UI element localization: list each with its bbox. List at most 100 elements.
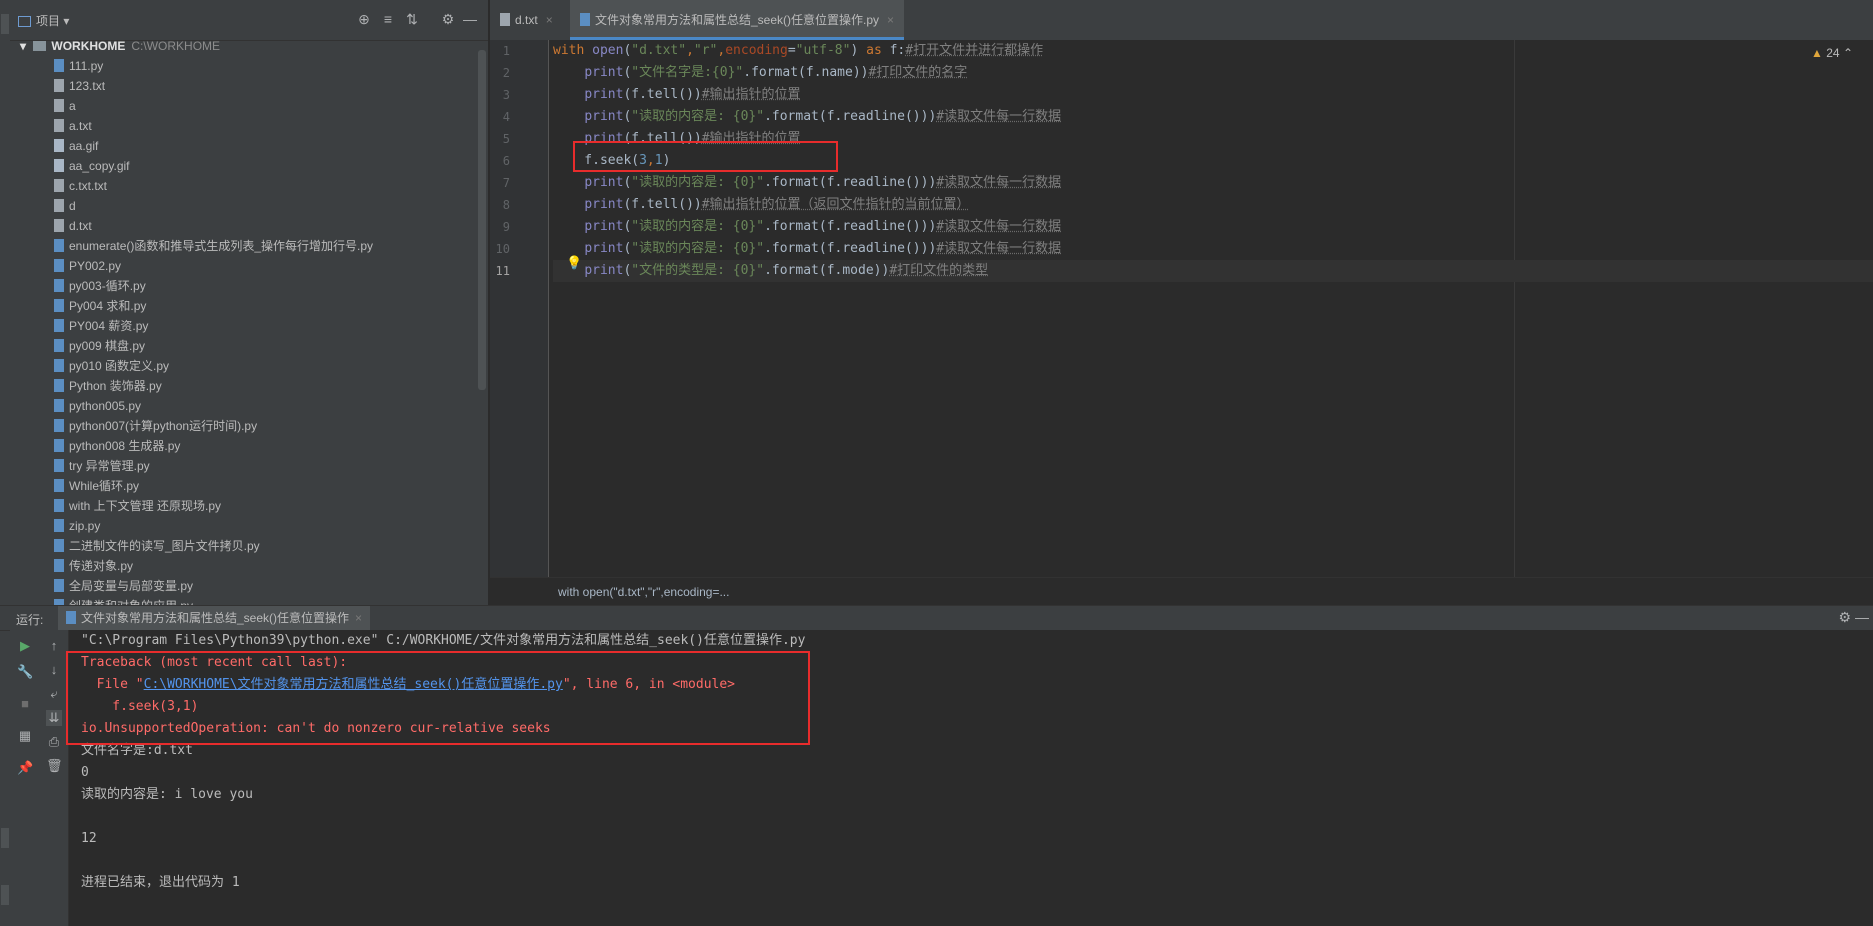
tree-file-item[interactable]: 创建类和对象的应用.py	[10, 596, 476, 605]
console-output[interactable]: "C:\Program Files\Python39\python.exe" C…	[66, 630, 1873, 926]
project-icon	[18, 16, 31, 28]
tree-file-item[interactable]: python005.py	[10, 396, 476, 416]
tree-file-item[interactable]: PY004 薪资.py	[10, 316, 476, 336]
project-toolwindow-icon[interactable]	[1, 14, 9, 34]
code-line[interactable]: print("读取的内容是: {0}".format(f.readline())…	[553, 106, 1873, 128]
tree-file-item[interactable]: While循环.py	[10, 476, 476, 496]
python-file-icon	[54, 539, 64, 553]
close-icon[interactable]: ×	[887, 13, 894, 27]
code-line[interactable]: print("文件名字是:{0}".format(f.name))#打印文件的名…	[553, 62, 1873, 84]
close-icon[interactable]: ×	[546, 13, 553, 27]
minimize-icon[interactable]: —	[1855, 609, 1869, 625]
code-line[interactable]: print(f.tell())#输出指针的位置	[553, 84, 1873, 106]
code-line[interactable]: print("读取的内容是: {0}".format(f.readline())…	[553, 172, 1873, 194]
python-file-icon	[54, 459, 64, 473]
tree-file-item[interactable]: c.txt.txt	[10, 176, 476, 196]
tree-file-item[interactable]: python008 生成器.py	[10, 436, 476, 456]
tree-file-item[interactable]: py003-循环.py	[10, 276, 476, 296]
tree-file-item[interactable]: zip.py	[10, 516, 476, 536]
text-file-icon	[54, 219, 64, 233]
arrow-up-icon[interactable]: ↑	[46, 638, 62, 654]
tab-d-txt[interactable]: d.txt ×	[490, 0, 563, 40]
file-name: d	[69, 199, 76, 213]
breadcrumb[interactable]: with open("d.txt","r",encoding=...	[490, 577, 1873, 606]
tab-seek-py[interactable]: 文件对象常用方法和属性总结_seek()任意位置操作.py ×	[570, 0, 905, 40]
soft-wrap-icon[interactable]: ⤶	[46, 686, 62, 702]
project-view-selector[interactable]: 项目 ▾	[18, 12, 69, 29]
tree-file-item[interactable]: py009 棋盘.py	[10, 336, 476, 356]
tree-file-item[interactable]: with 上下文管理 还原现场.py	[10, 496, 476, 516]
tree-file-item[interactable]: 123.txt	[10, 76, 476, 96]
pin-icon[interactable]: 📌	[17, 760, 33, 776]
code-editor[interactable]: 1 2 3 4 5 6 7 8 9 10 11 with open("d.txt","r",enco…	[490, 40, 1873, 577]
code-line[interactable]: print("文件的类型是: {0}".format(f.mode))#打印文件…	[553, 260, 1873, 282]
tree-file-item[interactable]: PY002.py	[10, 256, 476, 276]
tree-file-item[interactable]: aa_copy.gif	[10, 156, 476, 176]
wrench-icon[interactable]: 🔧	[17, 664, 33, 680]
tree-file-item[interactable]: Python 装饰器.py	[10, 376, 476, 396]
root-folder-path: C:\WORKHOME	[131, 39, 221, 53]
line-number-gutter: 1 2 3 4 5 6 7 8 9 10 11	[490, 40, 549, 577]
python-file-icon	[54, 379, 64, 393]
stop-icon[interactable]: ■	[17, 696, 33, 712]
run-panel-header: 运行: 文件对象常用方法和属性总结_seek()任意位置操作 × ⚙ —	[0, 605, 1873, 631]
python-file-icon	[54, 439, 64, 453]
python-file-icon	[54, 519, 64, 533]
trash-icon[interactable]: 🗑	[46, 758, 63, 774]
scroll-to-end-icon[interactable]: ⇊	[46, 710, 62, 726]
tree-root[interactable]: ▾ WORKHOME C:\WORKHOME	[10, 36, 476, 56]
tree-file-item[interactable]: d	[10, 196, 476, 216]
print-icon[interactable]: ⎙	[46, 734, 62, 750]
python-file-icon	[66, 611, 76, 625]
tree-file-item[interactable]: py010 函数定义.py	[10, 356, 476, 376]
file-name: aa.gif	[69, 139, 99, 153]
chevron-down-icon[interactable]: ▾	[20, 39, 26, 53]
arrow-down-icon[interactable]: ↓	[46, 662, 62, 678]
tree-file-item[interactable]: a	[10, 96, 476, 116]
code-line[interactable]: print(f.tell())#输出指针的位置（返回文件指针的当前位置）	[553, 194, 1873, 216]
tree-file-item[interactable]: 全局变量与局部变量.py	[10, 576, 476, 596]
collapse-all-icon[interactable]: ⇅	[404, 10, 420, 28]
code-line[interactable]: print("读取的内容是: {0}".format(f.readline())…	[553, 216, 1873, 238]
file-name: python005.py	[69, 399, 142, 413]
close-icon[interactable]: ×	[355, 611, 362, 625]
gear-icon[interactable]: ⚙	[440, 10, 456, 28]
tree-file-item[interactable]: Py004 求和.py	[10, 296, 476, 316]
structure-toolwindow-icon[interactable]	[1, 828, 9, 848]
hide-icon[interactable]: —	[462, 10, 478, 28]
rerun-icon[interactable]: ▶	[17, 638, 33, 654]
python-file-icon	[54, 419, 64, 433]
line-number: 4	[502, 110, 510, 124]
gear-icon[interactable]: ⚙	[1838, 609, 1851, 626]
breadcrumb-item[interactable]: with open("d.txt","r",encoding=...	[558, 585, 729, 599]
run-config-tab[interactable]: 文件对象常用方法和属性总结_seek()任意位置操作 ×	[58, 606, 371, 630]
code-line[interactable]: with open("d.txt","r",encoding="utf-8") …	[553, 40, 1873, 62]
file-name: Py004 求和.py	[69, 299, 147, 313]
lightbulb-icon[interactable]: 💡	[566, 255, 582, 270]
expand-all-icon[interactable]: ≡	[380, 10, 396, 28]
tree-file-item[interactable]: try 异常管理.py	[10, 456, 476, 476]
layout-icon[interactable]: ▦	[17, 728, 33, 744]
code-line[interactable]: print("读取的内容是: {0}".format(f.readline())…	[553, 238, 1873, 260]
favorites-toolwindow-icon[interactable]	[1, 885, 9, 905]
tree-file-item[interactable]: 传递对象.py	[10, 556, 476, 576]
line-number: 6	[502, 154, 510, 168]
tree-file-item[interactable]: enumerate()函数和推导式生成列表_操作每行增加行号.py	[10, 236, 476, 256]
tree-file-item[interactable]: a.txt	[10, 116, 476, 136]
tree-file-item[interactable]: python007(计算python运行时间).py	[10, 416, 476, 436]
tree-file-item[interactable]: 二进制文件的读写_图片文件拷贝.py	[10, 536, 476, 556]
tree-file-item[interactable]: d.txt	[10, 216, 476, 236]
file-name: 传递对象.py	[69, 559, 134, 573]
line-number: 7	[502, 176, 510, 190]
tree-file-item[interactable]: 111.py	[10, 56, 476, 76]
root-folder-name: WORKHOME	[51, 39, 126, 53]
project-scrollbar[interactable]	[478, 50, 486, 390]
console-line: 0	[81, 765, 89, 780]
file-name: py009 棋盘.py	[69, 339, 146, 353]
warning-indicator[interactable]: ▲ 24 ⌃	[1811, 46, 1853, 60]
line-number: 11	[495, 264, 510, 278]
locate-icon[interactable]: ⊕	[356, 10, 372, 28]
chevron-up-icon[interactable]: ⌃	[1843, 46, 1853, 60]
tree-file-item[interactable]: aa.gif	[10, 136, 476, 156]
